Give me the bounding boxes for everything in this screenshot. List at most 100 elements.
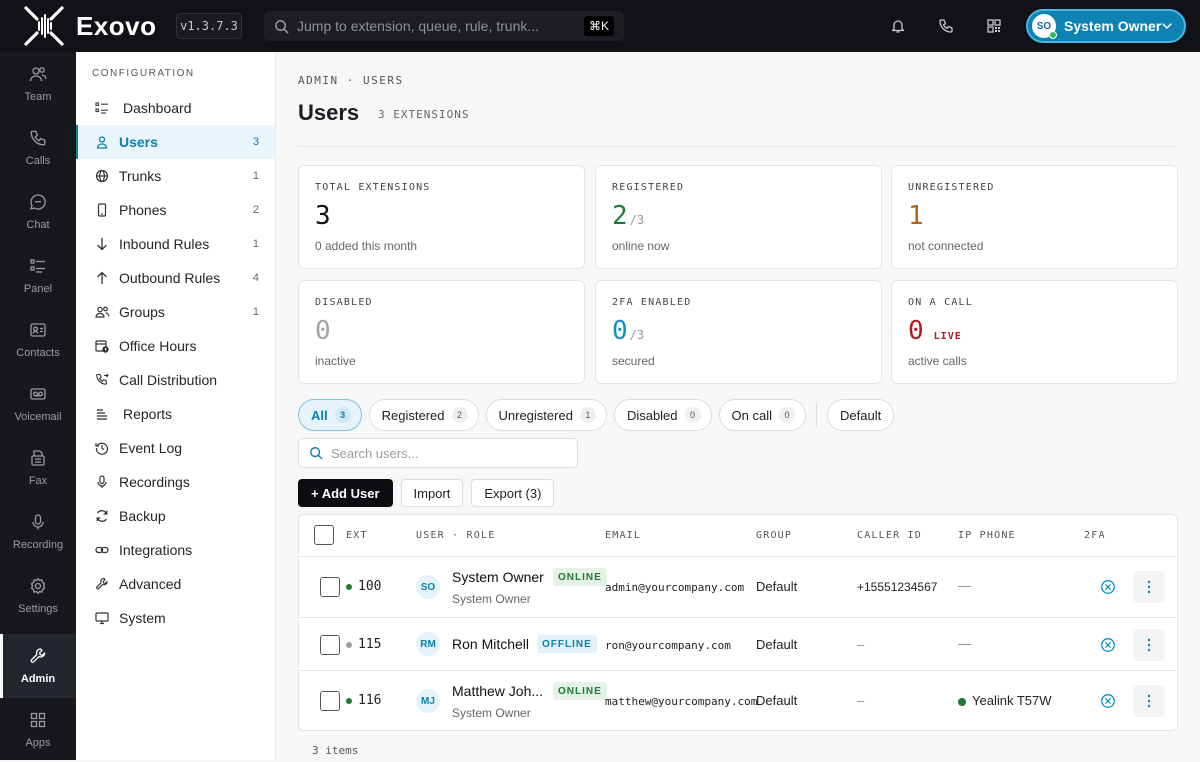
logo[interactable]: Exovo	[22, 4, 162, 48]
chevron-down-icon	[1162, 23, 1172, 30]
rail-item-chat[interactable]: Chat	[0, 180, 76, 244]
filter-chip-disabled[interactable]: Disabled 0	[613, 399, 712, 431]
stat-description: 0 added this month	[315, 239, 418, 253]
stat-label: UNREGISTERED	[908, 182, 995, 193]
link-icon	[94, 542, 110, 558]
add-user-button[interactable]: + Add User	[298, 479, 393, 507]
sidebar-item-backup[interactable]: Backup	[76, 499, 275, 533]
stat-description: not connected	[908, 239, 984, 253]
sidebar-item-users[interactable]: Users 3	[76, 125, 275, 159]
user-name[interactable]: Ron Mitchell	[452, 636, 529, 652]
sidebar-item-system[interactable]: System	[76, 601, 275, 635]
rail-item-voicemail[interactable]: Voicemail	[0, 372, 76, 436]
2fa-disabled-icon[interactable]	[1100, 637, 1116, 653]
shortcut-hint: ⌘K	[584, 16, 614, 36]
users-table: EXT USER · ROLE EMAIL GROUP CALLER ID IP…	[298, 514, 1178, 731]
table-row[interactable]: 115 RM Ron Mitchell OFFLINE ron@yourcomp…	[299, 618, 1177, 671]
user-name[interactable]: Matthew Joh...	[452, 683, 543, 699]
version-badge: v1.3.7.3	[176, 13, 242, 39]
column-header-2fa[interactable]: 2FA	[1084, 530, 1106, 541]
import-button[interactable]: Import	[400, 479, 464, 507]
column-header-ip-phone[interactable]: IP PHONE	[958, 530, 1016, 541]
rail-item-admin[interactable]: Admin	[0, 634, 76, 698]
rail-item-team[interactable]: Team	[0, 52, 76, 116]
row-more-button[interactable]	[1133, 685, 1165, 717]
report-lines-icon	[94, 406, 110, 422]
caller-id-cell: +15551234567	[857, 580, 938, 594]
global-search[interactable]: Jump to extension, queue, rule, trunk...…	[264, 11, 624, 41]
stat-description: online now	[612, 239, 670, 253]
filter-chip-on-call[interactable]: On call 0	[718, 399, 806, 431]
search-users-input[interactable]	[331, 445, 561, 461]
row-checkbox[interactable]	[320, 691, 340, 711]
column-header-caller-id[interactable]: CALLER ID	[857, 530, 922, 541]
sidebar-item-trunks[interactable]: Trunks 1	[76, 159, 275, 193]
sidebar-item-dashboard[interactable]: Dashboard	[76, 91, 275, 125]
filter-chip-registered[interactable]: Registered 2	[368, 399, 479, 431]
stat-value-row: 1	[908, 201, 1161, 231]
column-header-ext[interactable]: EXT	[346, 530, 368, 541]
rail-item-contacts[interactable]: Contacts	[0, 308, 76, 372]
2fa-disabled-icon[interactable]	[1100, 579, 1116, 595]
rail-item-calls[interactable]: Calls	[0, 116, 76, 180]
mobile-phone-icon	[94, 202, 110, 218]
user-name[interactable]: System Owner	[452, 569, 544, 585]
phone-icon[interactable]	[934, 14, 958, 38]
ip-phone-cell: Yealink T57W	[972, 693, 1052, 708]
search-icon	[310, 447, 323, 460]
caller-id-cell: –	[857, 693, 865, 708]
apps-icon	[30, 712, 46, 728]
filter-chip-group-default[interactable]: Default	[827, 399, 895, 431]
ip-phone-cell: —	[958, 636, 971, 651]
row-checkbox[interactable]	[320, 635, 340, 655]
wrench-icon	[94, 576, 110, 592]
notifications-bell-icon[interactable]	[886, 14, 910, 38]
status-badge: OFFLINE	[537, 635, 597, 653]
sidebar-item-call-distribution[interactable]: Call Distribution	[76, 363, 275, 397]
history-icon	[94, 440, 110, 456]
sidebar-item-reports[interactable]: Reports	[76, 397, 275, 431]
select-all-checkbox[interactable]	[314, 525, 334, 545]
filter-chip-all[interactable]: All 3	[298, 399, 362, 431]
rail-item-recording[interactable]: Recording	[0, 500, 76, 564]
rail-item-apps[interactable]: Apps	[0, 698, 76, 762]
column-header-group[interactable]: GROUP	[756, 530, 792, 541]
sidebar-item-recordings[interactable]: Recordings	[76, 465, 275, 499]
user-search[interactable]	[298, 438, 578, 468]
sidebar-item-phones[interactable]: Phones 2	[76, 193, 275, 227]
online-status-dot	[1049, 31, 1057, 39]
column-header-user-role[interactable]: USER · ROLE	[416, 530, 495, 541]
top-bar: Exovo v1.3.7.3 Jump to extension, queue,…	[0, 0, 1200, 52]
stat-value-row: 0 LIVE	[908, 316, 1161, 346]
rail-item-fax[interactable]: Fax	[0, 436, 76, 500]
sidebar-item-inbound-rules[interactable]: Inbound Rules 1	[76, 227, 275, 261]
column-header-email[interactable]: EMAIL	[605, 530, 641, 541]
filter-chip-unregistered[interactable]: Unregistered 1	[485, 399, 607, 431]
table-row[interactable]: 100 SO System Owner ONLINE System Owner …	[299, 557, 1177, 618]
row-more-button[interactable]	[1133, 571, 1165, 603]
stat-card: DISABLED 0 inactive	[298, 280, 585, 384]
phone-icon	[30, 130, 46, 146]
avatar: SO	[416, 575, 440, 599]
2fa-disabled-icon[interactable]	[1100, 693, 1116, 709]
ip-phone-cell: —	[958, 578, 971, 593]
globe-icon	[94, 168, 110, 184]
sidebar-item-outbound-rules[interactable]: Outbound Rules 4	[76, 261, 275, 295]
sidebar-item-office-hours[interactable]: Office Hours	[76, 329, 275, 363]
sidebar-item-advanced[interactable]: Advanced	[76, 567, 275, 601]
user-menu-button[interactable]: SO System Owner	[1026, 9, 1186, 43]
rail-label: Admin	[20, 673, 56, 685]
sidebar-item-event-log[interactable]: Event Log	[76, 431, 275, 465]
stat-value: 0	[612, 316, 628, 346]
qr-code-icon[interactable]	[982, 14, 1006, 38]
rail-item-panel[interactable]: Panel	[0, 244, 76, 308]
rail-item-settings[interactable]: Settings	[0, 564, 76, 628]
rail-label: Recording	[12, 539, 64, 551]
export-button[interactable]: Export (3)	[471, 479, 555, 507]
sidebar-item-groups[interactable]: Groups 1	[76, 295, 275, 329]
row-checkbox[interactable]	[320, 577, 340, 597]
user-icon	[94, 134, 110, 150]
table-row[interactable]: 116 MJ Matthew Joh... ONLINE System Owne…	[299, 671, 1177, 730]
row-more-button[interactable]	[1133, 629, 1165, 661]
sidebar-item-integrations[interactable]: Integrations	[76, 533, 275, 567]
